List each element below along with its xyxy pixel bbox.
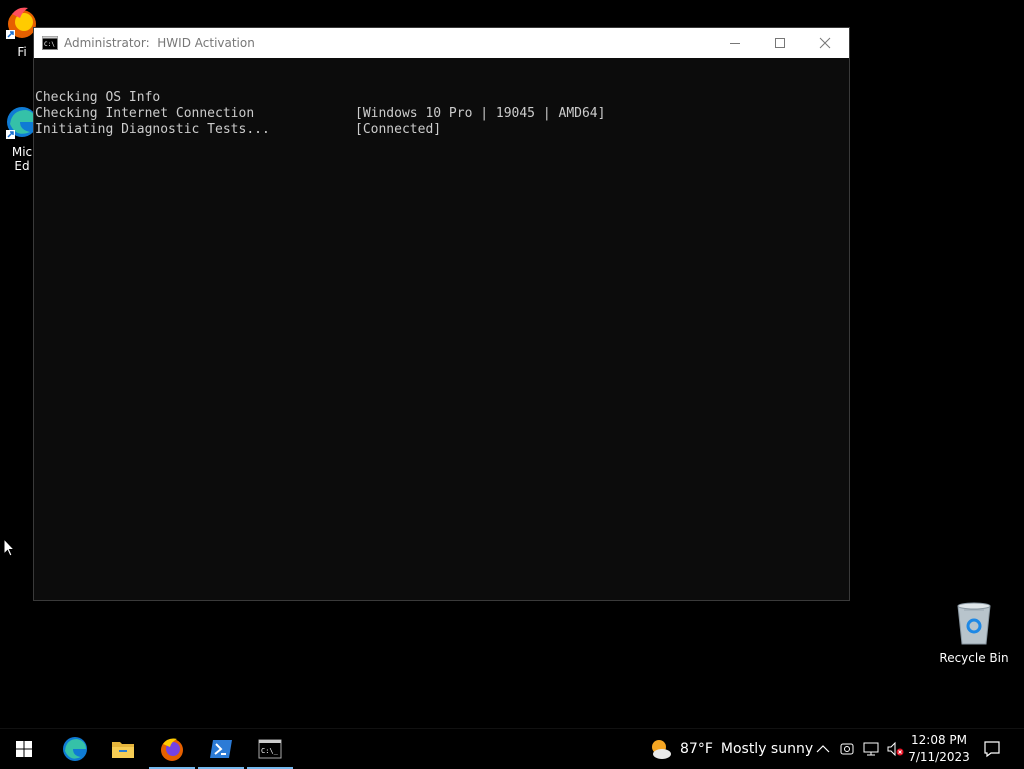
maximize-icon: [774, 38, 785, 48]
mouse-cursor-icon: [3, 538, 15, 557]
taskbar-file-explorer-button[interactable]: [99, 729, 147, 769]
volume-muted-icon: [887, 741, 904, 757]
close-icon: [819, 37, 830, 49]
action-center-button[interactable]: [978, 729, 1006, 769]
tray-volume[interactable]: [885, 739, 905, 759]
windows-logo-icon: [16, 741, 32, 757]
window-title-app: HWID Activation: [157, 36, 255, 50]
command-prompt-icon: C:\: [42, 36, 58, 50]
network-icon: [863, 742, 879, 756]
chevron-up-icon: [816, 745, 830, 753]
weather-condition: Mostly sunny: [720, 741, 814, 757]
taskbar-powershell-button[interactable]: [197, 729, 245, 769]
console-line-label: Initiating Diagnostic Tests...: [35, 122, 270, 137]
svg-text:C:\: C:\: [44, 41, 55, 48]
minimize-icon: [729, 43, 740, 44]
window-titlebar[interactable]: C:\ Administrator: HWID Activation: [34, 28, 849, 58]
maximize-button[interactable]: [757, 28, 802, 58]
weather-widget[interactable]: 87°F Mostly sunny: [648, 729, 813, 769]
command-prompt-icon: C:\_: [258, 739, 282, 759]
console-output[interactable]: Checking OS Info [Windows 10 Pro | 19045…: [34, 74, 849, 600]
clock-time: 12:08 PM: [911, 733, 967, 747]
notification-icon: [984, 741, 1000, 758]
svg-text:C:\_: C:\_: [261, 747, 279, 755]
folder-icon: [112, 742, 134, 758]
taskbar-clock[interactable]: 12:08 PM 7/11/2023: [906, 729, 972, 769]
taskbar-edge-button[interactable]: [51, 729, 99, 769]
taskbar: C:\_ 87°F Mostly sunny 12:08 PM 7/11/202…: [0, 728, 1024, 769]
weather-temperature: 87°F: [680, 741, 713, 757]
taskbar-firefox-button[interactable]: [148, 729, 196, 769]
firefox-icon: [161, 738, 183, 761]
tray-network[interactable]: [861, 739, 881, 759]
clock-date: 7/11/2023: [908, 750, 970, 764]
window-title-user: Administrator:: [64, 36, 150, 50]
desktop-icon-label: Recycle Bin: [939, 651, 1009, 665]
close-button[interactable]: [802, 28, 847, 58]
edge-icon: [63, 737, 87, 761]
start-button[interactable]: [0, 729, 48, 769]
console-line: Checking Internet Connection [Connected]: [34, 90, 849, 137]
show-hidden-icons-button[interactable]: [813, 739, 833, 759]
powershell-icon: [210, 740, 232, 758]
tray-meet-now[interactable]: [837, 739, 857, 759]
desktop-icon-recycle-bin[interactable]: Recycle Bin: [938, 600, 1010, 665]
console-line-status: [Connected]: [355, 122, 442, 137]
minimize-button[interactable]: [712, 28, 757, 58]
console-line: Checking OS Info [Windows 10 Pro | 19045…: [34, 74, 849, 121]
console-window[interactable]: C:\ Administrator: HWID Activation Check…: [33, 27, 850, 601]
console-line: Initiating Diagnostic Tests...: [34, 106, 849, 137]
recycle-bin-icon: [957, 602, 991, 645]
sun-cloud-icon: [652, 740, 671, 759]
taskbar-command-prompt-button[interactable]: C:\_: [246, 729, 294, 769]
camera-icon: [840, 743, 854, 755]
